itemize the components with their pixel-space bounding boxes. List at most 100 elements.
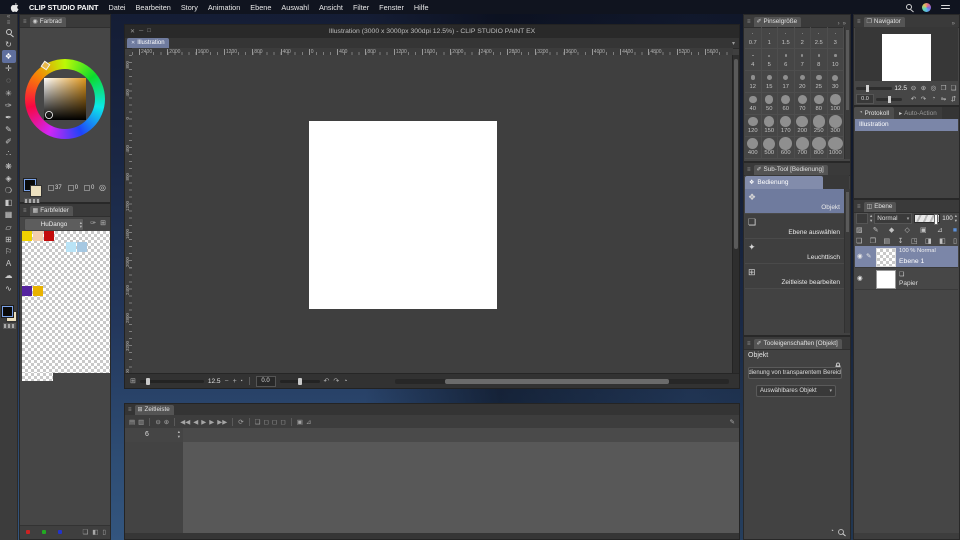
next-frame-icon[interactable]: ▶ xyxy=(209,418,214,426)
subtool-group-tab[interactable]: ❖ Bedienung xyxy=(745,176,823,189)
menu-item-datei[interactable]: Datei xyxy=(108,3,125,12)
last-frame-icon[interactable]: ▶▶ xyxy=(217,418,227,426)
swatch-cell[interactable] xyxy=(44,231,54,241)
panel-scrollbar[interactable] xyxy=(844,189,850,333)
color-mode-icon[interactable]: ◎ xyxy=(99,183,106,192)
delete-swatch-button[interactable]: ▯ xyxy=(102,528,106,536)
opacity-slider[interactable] xyxy=(914,214,941,225)
history-item[interactable]: Illustration xyxy=(855,119,958,131)
brush-size-cell[interactable]: 150 xyxy=(761,115,778,137)
visibility-eye-icon[interactable]: ◉ xyxy=(857,252,863,260)
rotate-ccw-icon[interactable]: ↶ xyxy=(909,95,918,103)
rotate-tool[interactable]: ↻ xyxy=(2,38,16,50)
fill-tool[interactable]: ◧ xyxy=(2,197,16,209)
sv-cursor[interactable] xyxy=(46,112,52,118)
rotation-slider[interactable] xyxy=(279,377,320,385)
slider-thumb[interactable] xyxy=(866,84,869,92)
lock-alpha-icon[interactable]: ◇ xyxy=(904,226,909,234)
lock-layer-icon[interactable]: ◆ xyxy=(889,226,894,234)
mask2-icon[interactable]: ◧ xyxy=(939,237,945,245)
draw-icon[interactable]: ✎ xyxy=(730,418,735,426)
visibility-eye-icon[interactable]: ◉ xyxy=(857,274,863,282)
tab-close-icon[interactable]: ✕ xyxy=(131,40,135,46)
brush-size-cell[interactable]: 4 xyxy=(745,49,762,71)
transparent-color-chip[interactable] xyxy=(3,323,16,329)
replace-swatch-button[interactable]: ◧ xyxy=(92,528,98,536)
tab-pinselgroesse[interactable]: ✐ Pinselgröße xyxy=(753,17,802,27)
brush-size-cell[interactable]: 1.5 xyxy=(778,27,795,49)
cel-batch-icon[interactable]: ◻ xyxy=(280,418,285,426)
tab-auto-action[interactable]: ▸ Auto-Action xyxy=(894,107,942,119)
panel-menu-icon[interactable]: ≡ xyxy=(857,202,861,212)
zoom-tool[interactable] xyxy=(2,26,16,38)
menu-item-auswahl[interactable]: Auswahl xyxy=(281,3,309,12)
auto-select-tool[interactable]: ✳ xyxy=(2,87,16,99)
onion-skin-icon[interactable]: ❏ xyxy=(255,418,261,426)
combine-icon[interactable]: ◨ xyxy=(925,237,931,245)
menu-item-ansicht[interactable]: Ansicht xyxy=(319,3,343,12)
brush-size-cell[interactable]: 800 xyxy=(811,137,828,159)
brush-size-cell[interactable]: 25 xyxy=(811,71,828,93)
panel-menu-icon[interactable]: ≡ xyxy=(23,17,27,27)
brush-size-cell[interactable]: 80 xyxy=(811,93,828,115)
swatch-set-select[interactable]: HuDango ▴ ▾ xyxy=(24,218,84,231)
stepper-icon[interactable]: ▴ ▾ xyxy=(80,220,82,229)
brush-tool[interactable]: ✐ xyxy=(2,136,16,148)
subtool-detail-icon[interactable] xyxy=(838,528,844,535)
pencil-tool[interactable]: ✎ xyxy=(2,124,16,136)
swatch-cell[interactable] xyxy=(22,286,32,296)
brush-size-cell[interactable]: 0.7 xyxy=(745,27,762,49)
delete-layer-icon[interactable]: ▯ xyxy=(953,237,957,245)
brush-size-cell[interactable]: 60 xyxy=(778,93,795,115)
rotation-slider-thumb[interactable] xyxy=(297,377,302,385)
rotate-ccw-icon[interactable]: ↶ xyxy=(324,378,330,385)
ruler-layer-icon[interactable]: ⊿ xyxy=(937,226,943,234)
subtool-item-objekt[interactable]: ❖ Objekt xyxy=(745,189,844,214)
blend-mode-select[interactable]: Normal ▾ xyxy=(874,213,913,224)
gradient-tool[interactable]: ▦ xyxy=(2,209,16,221)
brush-size-cell[interactable]: 17 xyxy=(778,71,795,93)
brush-size-cell[interactable]: 700 xyxy=(794,137,811,159)
zoom-out-button[interactable]: − xyxy=(225,378,229,385)
palette-color-button[interactable] xyxy=(856,213,868,224)
canvas-viewport[interactable] xyxy=(132,55,733,373)
scrollbar-thumb[interactable] xyxy=(734,59,738,249)
tab-farbrad[interactable]: ◉ Farbrad xyxy=(29,17,66,27)
tab-subtool[interactable]: ✐ Sub-Tool [Bedienung] xyxy=(753,165,828,175)
brush-size-cell[interactable]: 7 xyxy=(794,49,811,71)
zoom-slider[interactable] xyxy=(139,377,204,385)
panel-menu-icon[interactable]: ≡ xyxy=(747,165,751,175)
stepper-icon[interactable]: ▴ ▾ xyxy=(870,213,872,223)
register-color-icon[interactable]: ✑ xyxy=(90,219,96,227)
brush-size-cell[interactable]: 500 xyxy=(761,137,778,159)
vertical-scrollbar[interactable] xyxy=(732,55,739,373)
mask-icon[interactable]: ▣ xyxy=(920,226,926,234)
scrollbar-thumb[interactable] xyxy=(445,379,669,384)
selection-tool[interactable]: ◌ xyxy=(2,75,16,87)
brush-size-cell[interactable]: 400 xyxy=(745,137,762,159)
decoration-tool[interactable]: ❋ xyxy=(2,160,16,172)
ruler-tool[interactable]: ⚐ xyxy=(2,245,16,257)
keyframe-icon[interactable]: ▣ xyxy=(297,418,303,426)
reset-rotation-icon[interactable]: ◔ xyxy=(929,95,938,103)
fit-screen-icon[interactable]: ❐ xyxy=(939,84,948,92)
text-tool[interactable]: A xyxy=(2,258,16,270)
balloon-tool[interactable]: ☁ xyxy=(2,270,16,282)
canvas-page[interactable] xyxy=(309,121,497,309)
tab-list-icon[interactable]: ▾ xyxy=(732,40,735,47)
window-titlebar[interactable]: ✕ ─ □ Illustration (3000 x 3000px 300dpi… xyxy=(125,25,739,39)
panel-menu-icon[interactable]: ≡ xyxy=(857,17,861,27)
background-color-chip[interactable] xyxy=(30,185,42,197)
layer-color-icon[interactable]: ■ xyxy=(953,227,957,234)
merge-down-icon[interactable]: ↧ xyxy=(898,237,904,245)
brush-size-cell[interactable]: 12 xyxy=(745,71,762,93)
nav-rotation-slider[interactable] xyxy=(876,95,902,103)
tab-tooleigenschaften[interactable]: ✐ Tooleigenschaften [Objekt] xyxy=(753,339,842,349)
timeline-settings-icon[interactable]: ▥ xyxy=(138,418,144,426)
layer-row-ebene-1[interactable]: ◉ ✎ 100 % Normal Ebene 1 xyxy=(855,246,958,268)
tab-zeitleiste[interactable]: ⊞ Zeitleiste xyxy=(134,405,174,415)
panel-menu-icon[interactable]: ≡ xyxy=(747,339,751,349)
reset-rotation-icon[interactable]: ◔ xyxy=(343,378,347,385)
frame-stepper[interactable]: ▴ ▾ xyxy=(178,429,180,439)
swatch-cell[interactable] xyxy=(33,231,43,241)
